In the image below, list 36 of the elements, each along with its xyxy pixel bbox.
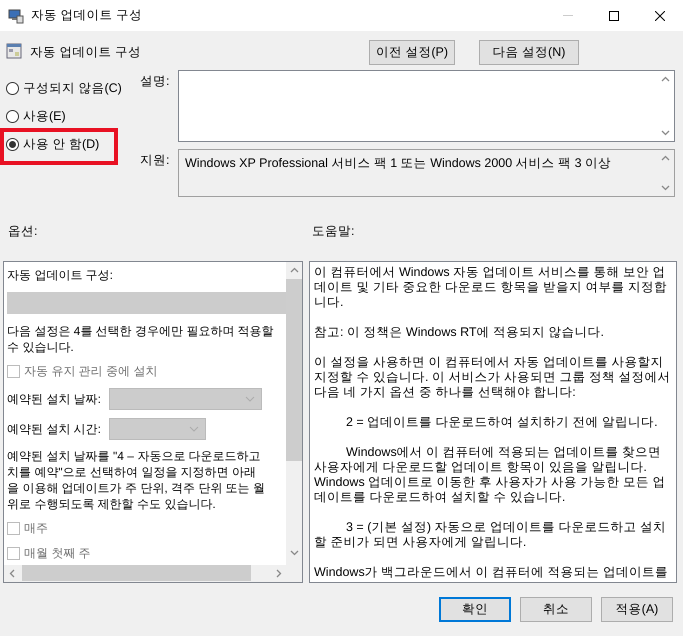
scroll-down-icon[interactable]: [290, 548, 298, 557]
policy-title: 자동 업데이트 구성: [30, 44, 141, 61]
comment-field[interactable]: [178, 70, 675, 142]
maximize-icon[interactable]: [609, 10, 619, 20]
option-text: 다음 설정은 4를 선택한 경우에만 필요하며 적용할 수 있습니다.: [7, 323, 275, 355]
dialog-button[interactable]: 적용(A): [601, 597, 673, 622]
previous-setting-button[interactable]: 이전 설정(P): [369, 40, 455, 65]
close-icon[interactable]: [655, 10, 665, 20]
section-label: 도움말:: [312, 223, 356, 240]
field-label: 설명:: [140, 73, 170, 90]
option-text: 예약된 설치 날짜를 "4 – 자동으로 다운로드하고 치를 예약"으로 선택하여 일정을 지정하면 아래 을 이용해 업데이트가 주 단위, 격주 단위 또는 월 위로 수행되도록 제한할 수도 있습니다.: [7, 448, 266, 512]
next-setting-button[interactable]: 다음 설정(N): [479, 40, 579, 65]
scrollbar[interactable]: [4, 565, 287, 582]
help-text: 이 컴퓨터에서 Windows 자동 업데이트 서비스를 통해 보안 업데이트 및 기타 중요한 다운로드 항목을 받을지 여부를 지정합니다. 참고: 이 정책은 Windows RT에 적용되지 않습니다. 이 설정을 사용하면 이 컴퓨터에서 자동 업데이트를 사용할지 지정할 수 있습니다. 이 서비스가 사용되면 그룹 정책 설정에서 다음 네 가지 옵션 중 하나를 선택해야 합니다: 2 = 업데이트를 다운로드하여 설치하기 전에 알립니다. Windows에서 이 컴퓨터에 적용되는 업데이트를 찾으면 사용자에게 다운로드할 업데이트 항목이 있음을 알립니다. Windows 업데이트로 이동한 후 사용자가 사용 가능한 모든 업데이트를 다운로드하여 설치할 수 있습니다. 3 = (기본 설정) 자동으로 업데이트를 다운로드하고 설치할 준비가 되면 사용자에게 알립니다. Windows가 백그라운드에서 이 컴퓨터에 적용되는 업데이트를: [313, 264, 672, 581]
scroll-left-icon[interactable]: [8, 569, 17, 578]
dialog-button[interactable]: 취소: [520, 597, 592, 622]
radio-option[interactable]: 사용 안 함(D): [6, 135, 136, 154]
scrollbar[interactable]: [286, 262, 302, 582]
field-label: 예약된 설치 날짜:: [7, 390, 102, 408]
scroll-down-icon[interactable]: [661, 183, 670, 192]
scroll-right-icon[interactable]: [274, 569, 283, 578]
computer-icon: [8, 8, 24, 24]
window-title: 자동 업데이트 구성: [31, 7, 143, 24]
field-label: 예약된 설치 시간:: [7, 420, 102, 438]
option-text: 자동 업데이트 구성:: [7, 267, 114, 283]
field-label: 지원:: [140, 152, 170, 169]
scroll-up-icon[interactable]: [661, 154, 670, 163]
radio-option[interactable]: 구성되지 않음(C): [6, 79, 136, 98]
supported-on-field: Windows XP Professional 서비스 팩 1 또는 Windows 2000 서비스 팩 3 이상: [178, 149, 675, 197]
dialog-button[interactable]: 확인: [439, 597, 511, 622]
section-label: 옵션:: [8, 223, 38, 240]
scroll-up-icon[interactable]: [290, 266, 298, 275]
radio-option[interactable]: 사용(E): [6, 107, 136, 126]
policy-icon: [6, 43, 22, 59]
scroll-up-icon[interactable]: [661, 75, 670, 84]
scroll-down-icon[interactable]: [661, 128, 670, 137]
